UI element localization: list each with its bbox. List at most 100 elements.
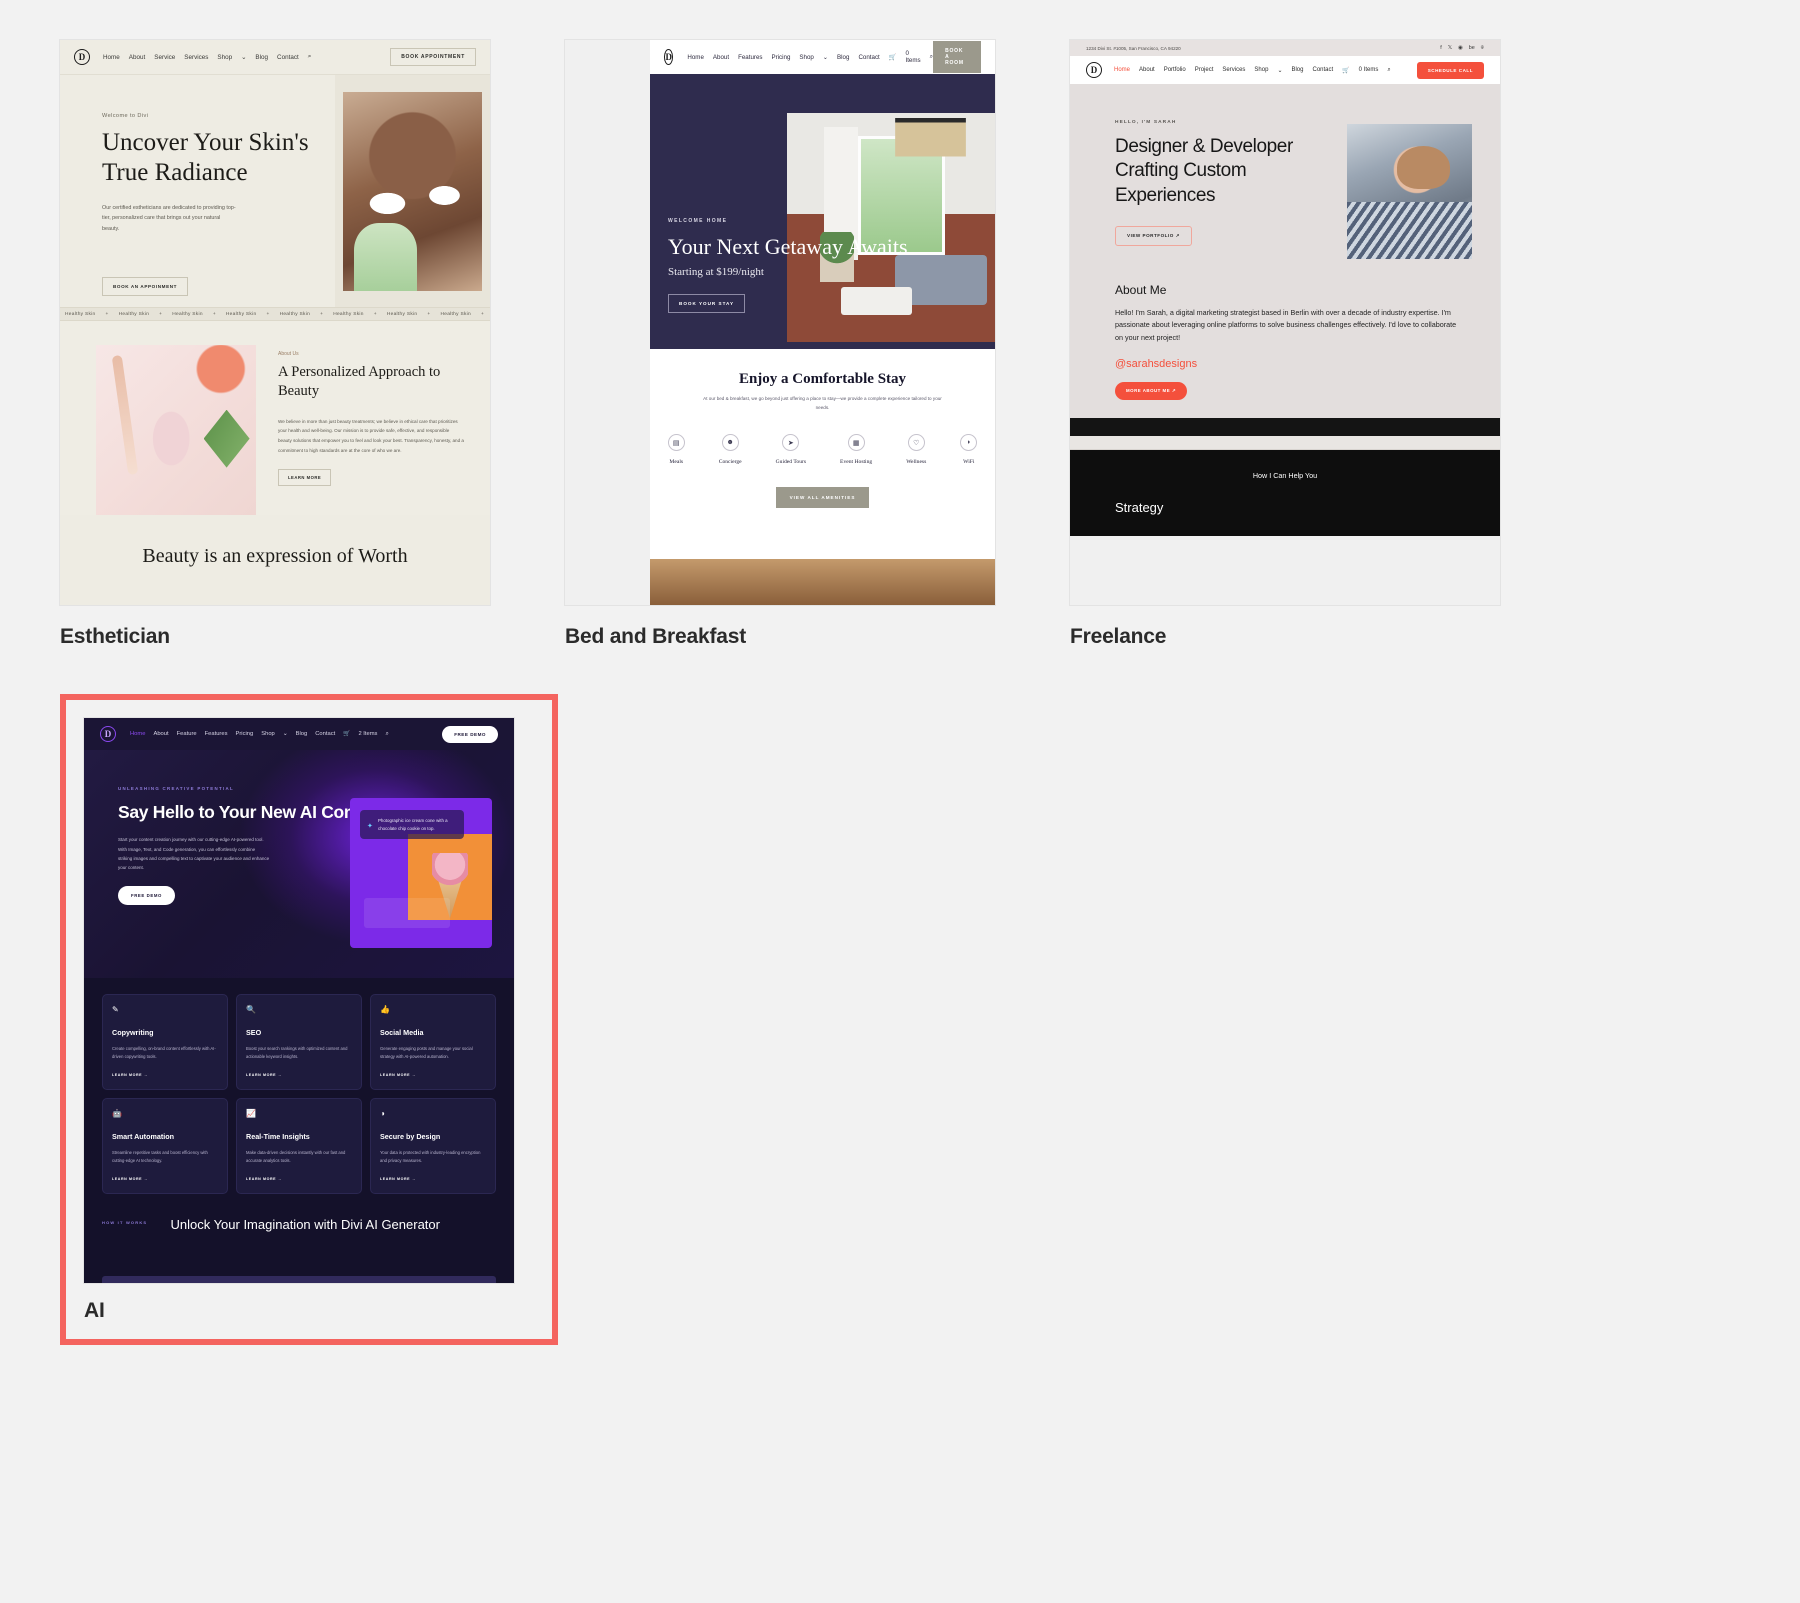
dribbble-icon[interactable]: ⌾ [1481, 45, 1484, 52]
nav-item-home[interactable]: Home [130, 731, 145, 737]
amenity-item[interactable]: ▦ Event Hosting [840, 434, 872, 465]
search-icon[interactable]: ⌕ [385, 731, 388, 738]
bnb-navbar[interactable]: D Home About Features Pricing Shop ⌄ Blo… [650, 40, 995, 74]
template-card-ai-selected[interactable]: D Home About Feature Features Pricing Sh… [60, 694, 558, 1345]
feature-learn-more-link[interactable]: LEARN MORE → [246, 1177, 352, 1181]
hero-title: Your Next Getaway Awaits [668, 233, 908, 259]
ai-navbar[interactable]: D Home About Feature Features Pricing Sh… [84, 718, 514, 750]
template-card-esthetician[interactable]: D Home About Service Services Shop ⌄ Blo… [60, 40, 490, 649]
feature-title: Secure by Design [380, 1132, 441, 1141]
wifi-icon: ◗ [960, 434, 978, 452]
feature-learn-more-link[interactable]: LEARN MORE → [112, 1177, 218, 1181]
search-icon[interactable]: ⌕ [308, 53, 312, 61]
nav-item-service[interactable]: Service [154, 54, 175, 61]
nav-item-pricing[interactable]: Pricing [771, 54, 790, 61]
amenity-item[interactable]: ☻ Concierge [719, 434, 742, 465]
esthetician-menu[interactable]: Home About Service Services Shop ⌄ Blog … [103, 53, 311, 61]
feature-card[interactable]: 📈 Real-Time Insights Make data-driven de… [236, 1098, 362, 1194]
book-your-stay-button[interactable]: BOOK YOUR STAY [668, 294, 746, 313]
search-icon[interactable]: ⌕ [1387, 67, 1390, 74]
nav-item-about[interactable]: About [1139, 67, 1155, 73]
schedule-call-button[interactable]: SCHEDULE CALL [1416, 61, 1484, 79]
nav-item-portfolio[interactable]: Portfolio [1164, 67, 1186, 73]
marquee-item: Healthy Skin [386, 311, 418, 317]
preview-ai[interactable]: D Home About Feature Features Pricing Sh… [84, 718, 514, 1283]
bnb-menu[interactable]: Home About Features Pricing Shop ⌄ Blog … [687, 50, 933, 64]
nav-item-blog[interactable]: Blog [296, 731, 308, 737]
free-demo-button[interactable]: FREE DEMO [442, 725, 498, 743]
preview-esthetician[interactable]: D Home About Service Services Shop ⌄ Blo… [60, 40, 490, 605]
view-portfolio-button[interactable]: VIEW PORTFOLIO ↗ [1115, 225, 1192, 246]
cart-count[interactable]: 0 Items [1359, 67, 1379, 73]
preview-freelance[interactable]: 1234 Divi St. #1005, San Francisco, CA 9… [1070, 40, 1500, 605]
book-appointment-button[interactable]: BOOK APPOINTMENT [390, 48, 476, 66]
feature-card[interactable]: 👍 Social Media Generate engaging posts a… [370, 994, 496, 1090]
feature-card[interactable]: ◑ Secure by Design Your data is protecte… [370, 1098, 496, 1194]
social-links[interactable]: f 𝕏 ◉ be ⌾ [1440, 45, 1484, 52]
amenity-item[interactable]: ♡ Wellness [906, 434, 926, 465]
hero-free-demo-button[interactable]: FREE DEMO [118, 886, 175, 906]
freelance-menu[interactable]: Home About Portfolio Project Services Sh… [1114, 67, 1391, 74]
nav-item-features[interactable]: Features [205, 731, 228, 737]
nav-item-project[interactable]: Project [1195, 67, 1214, 73]
cart-icon[interactable]: 🛒 [343, 731, 350, 737]
view-all-amenities-button[interactable]: VIEW ALL AMENITIES [775, 487, 870, 509]
amenity-item[interactable]: ▤ Meals [667, 434, 685, 465]
cart-count[interactable]: 2 Items [358, 731, 377, 737]
chevron-down-icon: ⌄ [282, 731, 288, 737]
feature-card[interactable]: 🔍 SEO Boost your search rankings with op… [236, 994, 362, 1090]
nav-item-about[interactable]: About [153, 731, 168, 737]
hero-portrait-image [343, 91, 483, 291]
cart-icon[interactable]: 🛒 [1342, 67, 1349, 74]
hero-cta-button[interactable]: BOOK AN APPOINMENT [102, 276, 189, 296]
freelance-navbar[interactable]: D Home About Portfolio Project Services … [1070, 56, 1500, 84]
amenity-item[interactable]: ◗ WiFi [960, 434, 978, 465]
book-a-room-button[interactable]: BOOK A ROOM [933, 41, 981, 73]
nav-item-blog[interactable]: Blog [255, 54, 268, 61]
feature-card[interactable]: ✎ Copywriting Create compelling, on-bran… [102, 994, 228, 1090]
amenity-item[interactable]: ➤ Guided Tours [776, 434, 806, 465]
nav-item-services[interactable]: Services [184, 54, 208, 61]
ai-menu[interactable]: Home About Feature Features Pricing Shop… [130, 731, 389, 738]
nav-item-home[interactable]: Home [687, 54, 704, 61]
nav-item-shop[interactable]: Shop [799, 54, 813, 61]
nav-item-about[interactable]: About [129, 54, 145, 61]
nav-item-home[interactable]: Home [1114, 67, 1130, 73]
about-learn-more-button[interactable]: LEARN MORE [278, 469, 332, 487]
feature-learn-more-link[interactable]: LEARN MORE → [246, 1073, 352, 1077]
nav-item-feature[interactable]: Feature [177, 731, 197, 737]
feature-learn-more-link[interactable]: LEARN MORE → [380, 1177, 486, 1181]
behance-icon[interactable]: be [1469, 45, 1475, 52]
cart-count[interactable]: 0 Items [905, 50, 920, 64]
feature-learn-more-link[interactable]: LEARN MORE → [112, 1073, 218, 1077]
nav-item-contact[interactable]: Contact [315, 731, 335, 737]
esthetician-page: D Home About Service Services Shop ⌄ Blo… [60, 40, 490, 605]
nav-item-home[interactable]: Home [103, 54, 120, 61]
gallery-row-2: D Home About Feature Features Pricing Sh… [60, 694, 1740, 1345]
nav-item-shop[interactable]: Shop [1254, 67, 1268, 73]
feature-learn-more-link[interactable]: LEARN MORE → [380, 1073, 486, 1077]
feature-card[interactable]: 🤖 Smart Automation Streamline repetitive… [102, 1098, 228, 1194]
preview-bed-and-breakfast[interactable]: D Home About Features Pricing Shop ⌄ Blo… [565, 40, 995, 605]
nav-item-blog[interactable]: Blog [837, 54, 849, 61]
facebook-icon[interactable]: f [1440, 45, 1442, 52]
template-card-freelance[interactable]: 1234 Divi St. #1005, San Francisco, CA 9… [1070, 40, 1500, 649]
nav-item-features[interactable]: Features [738, 54, 762, 61]
cart-icon[interactable]: 🛒 [889, 53, 897, 61]
nav-item-contact[interactable]: Contact [858, 54, 879, 61]
nav-item-shop[interactable]: Shop [261, 731, 275, 737]
template-card-bed-and-breakfast[interactable]: D Home About Features Pricing Shop ⌄ Blo… [565, 40, 995, 649]
twitter-x-icon[interactable]: 𝕏 [1448, 45, 1452, 52]
esthetician-navbar[interactable]: D Home About Service Services Shop ⌄ Blo… [60, 40, 490, 75]
instagram-icon[interactable]: ◉ [1458, 45, 1463, 52]
nav-item-services[interactable]: Services [1222, 67, 1245, 73]
marquee-sep: + [159, 311, 163, 317]
nav-item-contact[interactable]: Contact [277, 54, 299, 61]
nav-item-about[interactable]: About [713, 54, 729, 61]
social-handle[interactable]: @sarahsdesigns [1115, 358, 1460, 370]
nav-item-blog[interactable]: Blog [1291, 67, 1303, 73]
more-about-me-button[interactable]: MORE ABOUT ME ↗ [1115, 382, 1188, 401]
nav-item-contact[interactable]: Contact [1312, 67, 1333, 73]
nav-item-pricing[interactable]: Pricing [236, 731, 254, 737]
nav-item-shop[interactable]: Shop [217, 54, 232, 61]
